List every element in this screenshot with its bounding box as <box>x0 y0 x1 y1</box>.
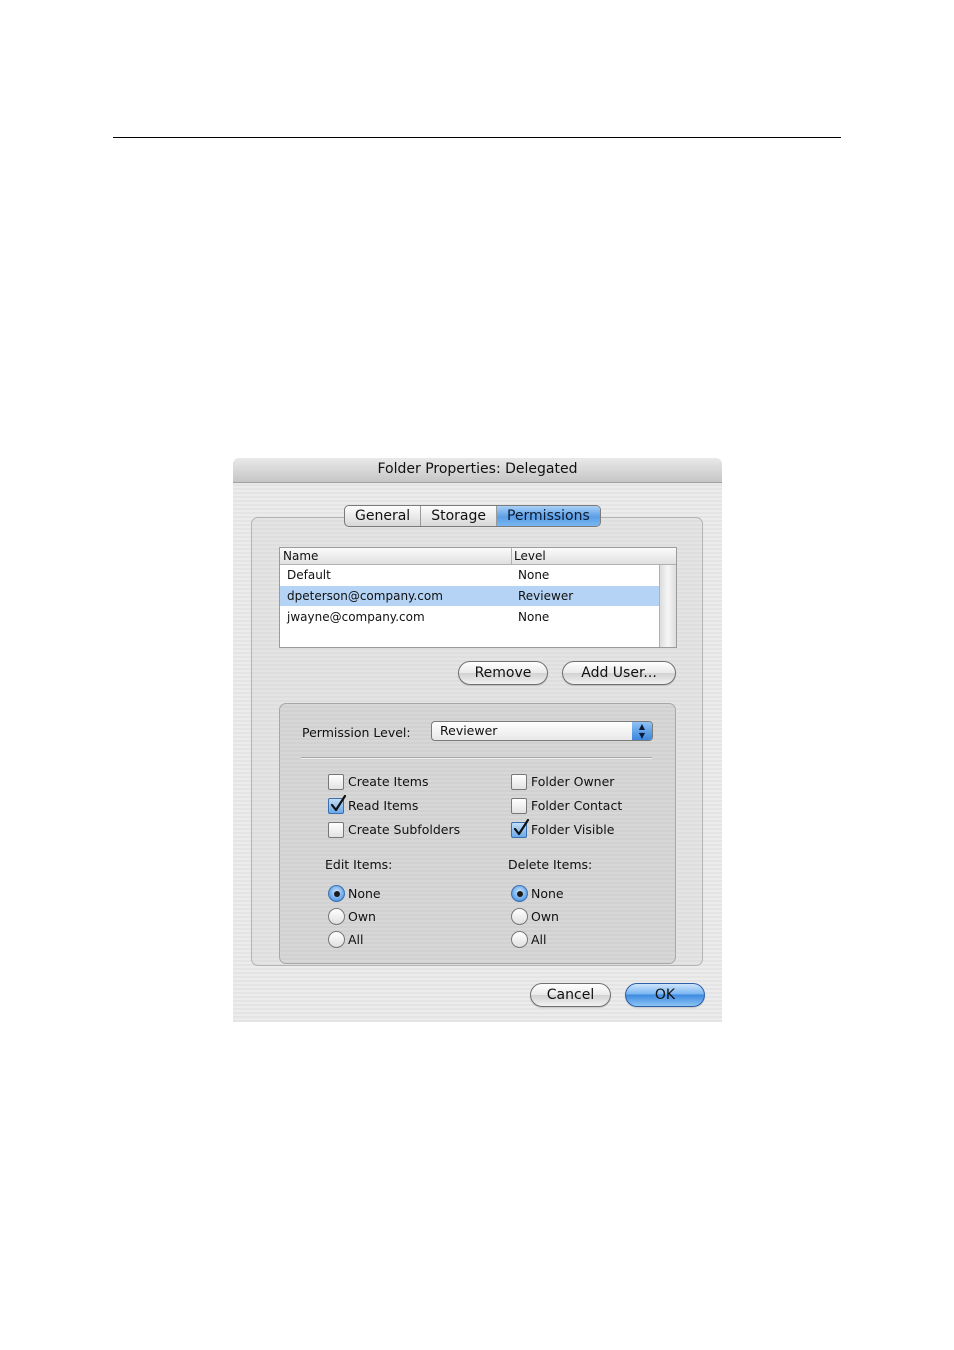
folder-owner-label: Folder Owner <box>531 774 615 789</box>
checkmark-icon <box>513 819 530 836</box>
remove-button[interactable]: Remove <box>458 661 548 685</box>
user-name: dpeterson@company.com <box>287 589 443 603</box>
create-items-label: Create Items <box>348 774 429 789</box>
folder-contact-label: Folder Contact <box>531 798 623 813</box>
delete-items-label: Delete Items: <box>508 857 593 872</box>
user-row-jwayne[interactable]: jwayne@company.com None <box>280 607 659 627</box>
user-list[interactable]: Name Level Default None dpeterson@compan… <box>279 547 677 648</box>
edit-items-all-label: All <box>348 932 364 947</box>
edit-items-label: Edit Items: <box>325 857 393 872</box>
delete-items-none-radio[interactable] <box>511 885 528 902</box>
tab-permissions[interactable]: Permissions <box>496 506 600 526</box>
page-header-rule <box>113 137 841 138</box>
folder-contact-checkbox[interactable] <box>511 798 527 814</box>
delete-items-all-label: All <box>531 932 547 947</box>
edit-items-own-label: Own <box>348 909 376 924</box>
delete-items-own-radio[interactable] <box>511 908 528 925</box>
user-level: Reviewer <box>518 589 574 603</box>
permission-level-value: Reviewer <box>440 723 498 738</box>
cancel-button[interactable]: Cancel <box>530 983 611 1007</box>
user-row-default[interactable]: Default None <box>280 565 659 585</box>
create-subfolders-label: Create Subfolders <box>348 822 461 837</box>
ok-button[interactable]: OK <box>625 983 705 1007</box>
tab-general[interactable]: General <box>345 506 422 526</box>
separator <box>301 757 652 758</box>
delete-items-all-radio[interactable] <box>511 931 528 948</box>
tab-bar: General Storage Permissions <box>344 505 601 527</box>
folder-visible-label: Folder Visible <box>531 822 615 837</box>
delete-items-none-label: None <box>531 886 564 901</box>
list-body: Default None dpeterson@company.com Revie… <box>280 565 659 647</box>
user-name: Default <box>287 568 331 582</box>
folder-owner-checkbox[interactable] <box>511 774 527 790</box>
edit-items-all-radio[interactable] <box>328 931 345 948</box>
delete-items-own-label: Own <box>531 909 559 924</box>
folder-properties-dialog: Folder Properties: Delegated General Sto… <box>233 458 722 1022</box>
user-level: None <box>518 610 550 624</box>
popup-arrows-icon: ▲ ▼ <box>632 722 652 740</box>
tab-storage[interactable]: Storage <box>421 506 497 526</box>
user-name: jwayne@company.com <box>287 610 425 624</box>
edit-items-none-label: None <box>348 886 381 901</box>
edit-items-own-radio[interactable] <box>328 908 345 925</box>
user-level: None <box>518 568 550 582</box>
permission-level-select[interactable]: Reviewer ▲ ▼ <box>431 721 653 741</box>
edit-items-none-radio[interactable] <box>328 885 345 902</box>
read-items-checkbox[interactable] <box>328 795 347 814</box>
permission-level-label: Permission Level: <box>302 725 411 740</box>
dialog-title: Folder Properties: Delegated <box>233 458 722 483</box>
column-header-level[interactable]: Level <box>514 548 546 565</box>
add-user-button[interactable]: Add User... <box>562 661 676 685</box>
checkmark-icon <box>330 795 347 812</box>
folder-visible-checkbox[interactable] <box>511 819 530 838</box>
list-scrollbar[interactable] <box>659 565 676 647</box>
create-subfolders-checkbox[interactable] <box>328 822 344 838</box>
user-row-dpeterson[interactable]: dpeterson@company.com Reviewer <box>280 586 659 606</box>
column-divider <box>511 548 512 564</box>
read-items-label: Read Items <box>348 798 419 813</box>
column-header-name[interactable]: Name <box>283 548 318 565</box>
create-items-checkbox[interactable] <box>328 774 344 790</box>
list-header: Name Level <box>280 548 676 565</box>
